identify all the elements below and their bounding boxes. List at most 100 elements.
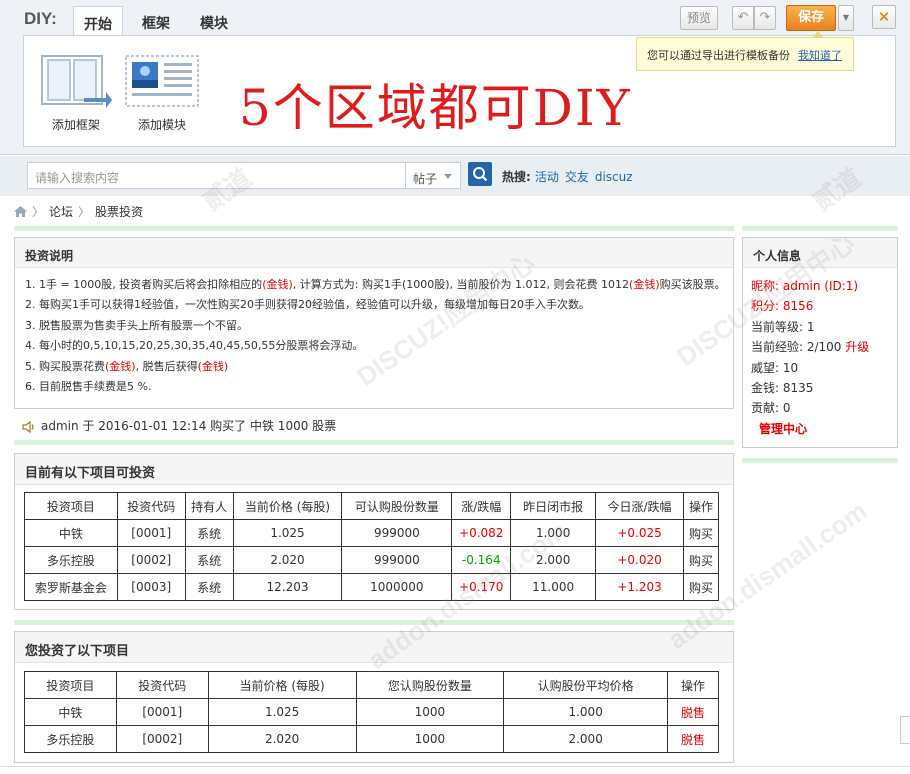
redo-icon[interactable]: ↷ — [754, 6, 776, 30]
diy-toolbar: DIY: 开始 框架 模块 预览 ↶ ↷ 保存 ▼ ✕ 添加框架 添加模块 5个… — [0, 0, 910, 155]
cell: 2.020 — [232, 546, 343, 574]
cell: 11.000 — [510, 573, 597, 601]
breadcrumb-forum[interactable]: 论坛 — [49, 205, 73, 219]
buy-button[interactable]: 购买 — [682, 573, 720, 601]
diy-label: DIY: — [24, 9, 57, 28]
rule-line: 3. 脱售股票为售卖手头上所有股票一个不留。 — [25, 318, 248, 332]
my-investments-title: 您投资了以下项目 — [15, 632, 733, 663]
cell: 索罗斯基金会 — [24, 573, 118, 601]
col-header: 投资项目 — [24, 671, 117, 699]
profile-exp-row: 当前经验: 2/100 升级 — [751, 337, 897, 357]
cell: [0003] — [116, 573, 186, 601]
home-icon[interactable] — [14, 206, 27, 217]
cell: 999000 — [341, 519, 453, 547]
cell: 2.000 — [510, 546, 597, 574]
tab-start[interactable]: 开始 — [73, 6, 123, 36]
profile-info: 昵称: admin (ID:1) 积分: 8156 当前等级: 1 当前经验: … — [743, 268, 897, 439]
search-type-value: 帖子 — [413, 172, 438, 186]
cell: 2.020 — [207, 725, 357, 753]
cell: +0.025 — [595, 519, 684, 547]
col-header: 持有人 — [184, 492, 234, 520]
tab-module[interactable]: 模块 — [190, 6, 238, 36]
cell: 1000 — [355, 698, 505, 726]
buy-button[interactable]: 购买 — [682, 546, 720, 574]
admin-center-link[interactable]: 管理中心 — [759, 419, 897, 439]
divider — [742, 226, 898, 231]
upgrade-link[interactable]: 升级 — [845, 340, 869, 354]
available-table: 投资项目 投资代码 持有人 当前价格 (每股) 可认购股份数量 涨/跌幅 昨日闭… — [24, 492, 720, 601]
preview-button[interactable]: 预览 — [680, 6, 718, 30]
rule-line: 5. 购买股票花费(金钱), 脱售后获得(金钱) — [25, 357, 733, 377]
divider — [742, 458, 898, 463]
divider — [14, 440, 734, 445]
table-header-row: 投资项目 投资代码 当前价格 (每股) 您认购股份数量 认购股份平均价格 操作 — [24, 671, 719, 699]
col-header: 您认购股份数量 — [355, 671, 505, 699]
search-button[interactable] — [468, 162, 492, 186]
hot-link-friends[interactable]: 交友 — [565, 170, 589, 184]
divider — [14, 226, 734, 231]
search-type-select[interactable]: 帖子 — [405, 162, 461, 189]
sell-button[interactable]: 脱售 — [667, 698, 719, 726]
add-module-label: 添加模块 — [137, 118, 186, 132]
divider — [14, 620, 734, 625]
rule-money: (金钱) — [629, 278, 660, 291]
col-header: 操作 — [682, 492, 720, 520]
profile-money: 金钱: 8135 — [751, 381, 814, 396]
rule-text: , 计算方式为: 购买1手(1000股), 当前股价为 1.012, 则会花费 … — [292, 278, 630, 291]
module-icon — [125, 55, 199, 107]
cell: 多乐控股 — [24, 546, 118, 574]
rules-box: 投资说明 1. 1手 = 1000股, 投资者购买后将会扣除相应的(金钱), 计… — [14, 237, 734, 409]
table-row: 多乐控股 [0002] 系统 2.020 999000 -0.164 2.000… — [24, 546, 720, 574]
col-header: 认购股份平均价格 — [503, 671, 669, 699]
search-icon — [473, 167, 488, 182]
col-header: 涨/跌幅 — [451, 492, 512, 520]
cell: 999000 — [341, 546, 453, 574]
cell: +1.203 — [595, 573, 684, 601]
divider — [0, 766, 910, 767]
table-header-row: 投资项目 投资代码 持有人 当前价格 (每股) 可认购股份数量 涨/跌幅 昨日闭… — [24, 492, 720, 520]
add-frame-button[interactable]: 添加框架 — [36, 54, 116, 133]
sell-button[interactable]: 脱售 — [667, 725, 719, 753]
cell: [0001] — [116, 519, 186, 547]
cell: 12.203 — [232, 573, 343, 601]
col-header: 投资项目 — [24, 492, 118, 520]
undo-icon[interactable]: ↶ — [732, 6, 754, 30]
cell: 2.000 — [503, 725, 669, 753]
col-header: 当前价格 (每股) — [232, 492, 343, 520]
profile-level: 当前等级: 1 — [751, 319, 815, 334]
buy-button[interactable]: 购买 — [682, 519, 720, 547]
hot-link-discuz[interactable]: discuz — [595, 170, 633, 184]
table-row: 中铁 [0001] 系统 1.025 999000 +0.082 1.000 +… — [24, 519, 720, 547]
hot-link-activity[interactable]: 活动 — [535, 170, 559, 184]
rule-line: 6. 目前脱售手续费是5 %. — [25, 380, 152, 394]
save-button[interactable]: 保存 — [786, 5, 836, 31]
profile-exp: 当前经验: 2/100 — [751, 340, 842, 355]
rule-text: 5. 购买股票花费 — [25, 359, 105, 373]
breadcrumb-separator-icon: 〉 — [32, 205, 45, 219]
hot-search: 热搜: 活动 交友 discuz — [502, 168, 639, 185]
profile-nickname[interactable]: 昵称: admin (ID:1) — [751, 276, 897, 296]
breadcrumb: 〉论坛〉股票投资 — [14, 203, 143, 220]
add-module-button[interactable]: 添加模块 — [122, 54, 202, 133]
col-header: 操作 — [667, 671, 719, 699]
search-input[interactable]: 请输入搜索内容 — [27, 162, 405, 189]
table-row: 多乐控股 [0002] 2.020 1000 2.000 脱售 — [24, 725, 719, 753]
rule-text: , 脱售后获得 — [135, 359, 198, 373]
cell: +0.020 — [595, 546, 684, 574]
close-diy-button[interactable]: ✕ — [872, 5, 896, 29]
tip-dismiss-link[interactable]: 我知道了 — [798, 49, 842, 62]
cell: 1.000 — [510, 519, 597, 547]
save-options-chevron-icon[interactable]: ▼ — [838, 5, 854, 31]
diy-headline: 5个区域都可DIY — [239, 79, 632, 137]
rule-line: 1. 1手 = 1000股, 投资者购买后将会扣除相应的(金钱), 计算方式为:… — [25, 275, 733, 295]
cell: 多乐控股 — [24, 725, 117, 753]
rule-text: 购买该股票。 — [659, 278, 726, 291]
rule-money: (金钱) — [197, 359, 229, 373]
add-frame-label: 添加框架 — [51, 118, 100, 132]
profile-points: 积分: 8156 — [751, 299, 814, 314]
rule-line: 4. 每小时的0,5,10,15,20,25,30,35,40,45,50,55… — [25, 339, 364, 353]
scrollbar-handle[interactable] — [900, 716, 910, 744]
tab-frame[interactable]: 框架 — [132, 6, 180, 36]
hot-search-label: 热搜: — [502, 170, 531, 184]
breadcrumb-stock[interactable]: 股票投资 — [95, 205, 143, 219]
